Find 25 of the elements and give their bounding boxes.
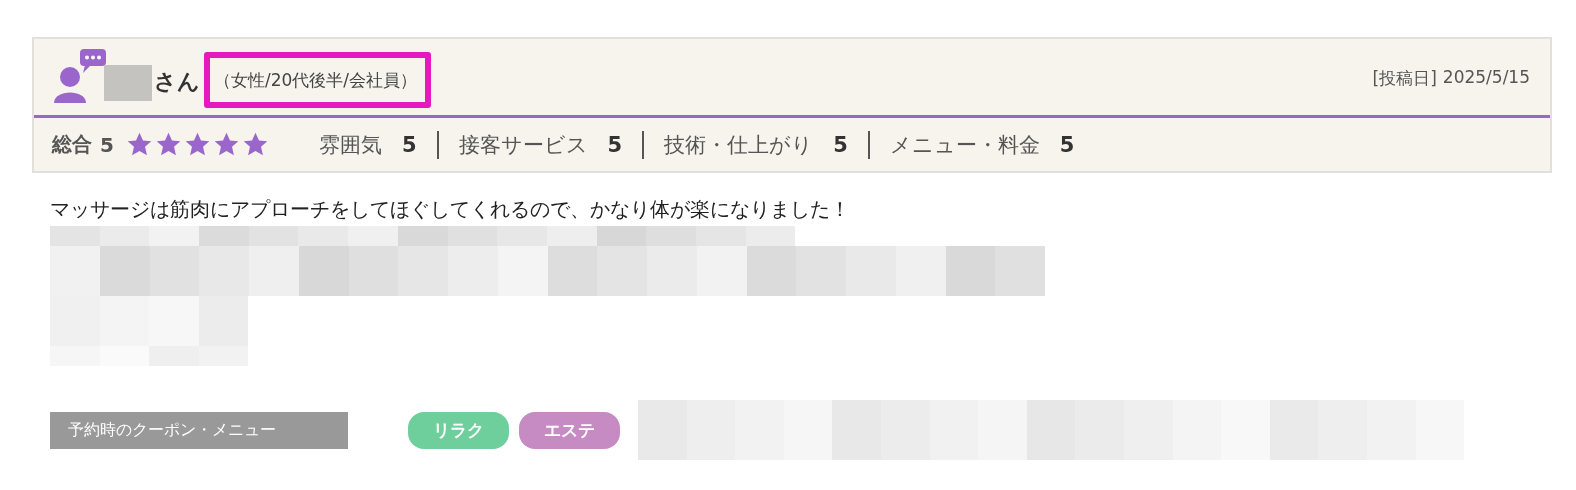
rating-label: メニュー・料金	[889, 131, 1040, 159]
category-tag: リラク	[408, 411, 509, 449]
post-date-label: [投稿日]	[1372, 67, 1437, 90]
overall-score: 5	[100, 132, 114, 157]
rating-label: 技術・仕上がり	[664, 131, 814, 159]
rating-score: 5	[1059, 132, 1075, 157]
overall-label: 総合	[52, 131, 92, 158]
redacted-name	[104, 65, 152, 101]
star-icon	[212, 131, 240, 158]
star-icon	[183, 131, 211, 158]
category-tag: エステ	[519, 411, 620, 449]
coupon-menu-label: 予約時のクーポン・メニュー	[50, 411, 348, 449]
star-icon	[125, 131, 153, 158]
rating-score: 5	[833, 132, 848, 157]
rating-label: 雰囲気	[318, 131, 382, 159]
review-text: マッサージは筋肉にアプローチをしてほぐしてくれるので、かなり体が楽になりました！	[50, 196, 851, 223]
user-comment-icon	[52, 49, 108, 105]
reviewer-name: さん	[154, 68, 200, 96]
post-date: 2025/5/15	[1442, 67, 1530, 89]
star-icon	[241, 131, 269, 158]
star-icon	[154, 131, 182, 158]
rating-score: 5	[607, 132, 623, 157]
reviewer-profile: （女性/20代後半/会社員）	[214, 70, 418, 90]
rating-label: 接客サービス	[458, 131, 588, 159]
rating-score: 5	[401, 132, 417, 157]
